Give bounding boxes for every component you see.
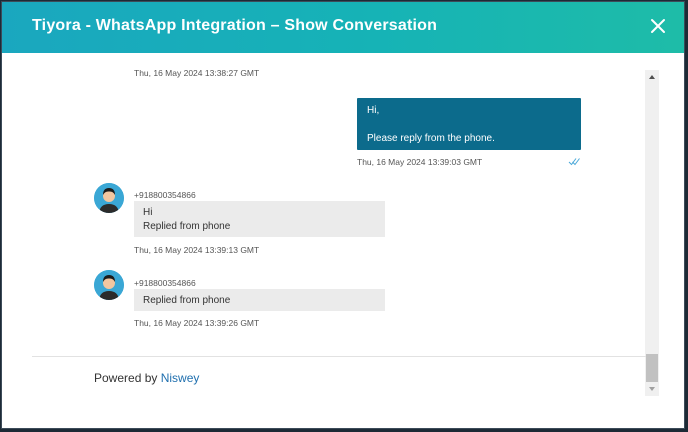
message-timestamp: Thu, 16 May 2024 13:39:03 GMT xyxy=(357,157,483,167)
powered-by-label: Powered by xyxy=(94,371,158,385)
double-check-icon xyxy=(568,158,580,166)
powered-by-footer: Powered by Niswey xyxy=(94,371,199,385)
message-line: Hi, xyxy=(367,105,380,116)
niswey-link[interactable]: Niswey xyxy=(161,371,200,385)
message-line: Hi xyxy=(143,207,153,218)
incoming-message-bubble: Hi Replied from phone xyxy=(134,201,385,237)
incoming-message-bubble: Replied from phone xyxy=(134,289,385,311)
conversation-panel: Thu, 16 May 2024 13:38:27 GMT Hi, Please… xyxy=(2,53,684,399)
scrollbar-thumb[interactable] xyxy=(646,354,658,382)
scroll-down-arrow-icon[interactable] xyxy=(645,382,659,396)
conversation-scrollbar[interactable] xyxy=(645,70,659,396)
message-line: Please reply from the phone. xyxy=(367,133,495,144)
message-line: Replied from phone xyxy=(143,221,231,232)
message-timestamp: Thu, 16 May 2024 13:39:26 GMT xyxy=(134,318,260,328)
message-timestamp: Thu, 16 May 2024 13:39:13 GMT xyxy=(134,245,260,255)
close-button[interactable] xyxy=(648,16,668,36)
modal-title: Tiyora - WhatsApp Integration – Show Con… xyxy=(32,17,438,34)
sender-number: +918800354866 xyxy=(134,278,196,288)
conversation-modal: Tiyora - WhatsApp Integration – Show Con… xyxy=(1,1,685,429)
scroll-up-arrow-icon[interactable] xyxy=(645,70,659,84)
user-avatar-icon xyxy=(94,270,124,300)
message-line xyxy=(367,118,571,132)
footer-divider xyxy=(32,356,646,357)
avatar xyxy=(94,183,124,213)
user-avatar-icon xyxy=(94,183,124,213)
sender-number: +918800354866 xyxy=(134,190,196,200)
outgoing-message-bubble: Hi, Please reply from the phone. xyxy=(357,98,581,150)
message-line: Replied from phone xyxy=(143,295,231,306)
avatar xyxy=(94,270,124,300)
modal-header: Tiyora - WhatsApp Integration – Show Con… xyxy=(2,2,684,53)
close-icon xyxy=(651,19,665,33)
message-timestamp: Thu, 16 May 2024 13:38:27 GMT xyxy=(134,68,260,78)
